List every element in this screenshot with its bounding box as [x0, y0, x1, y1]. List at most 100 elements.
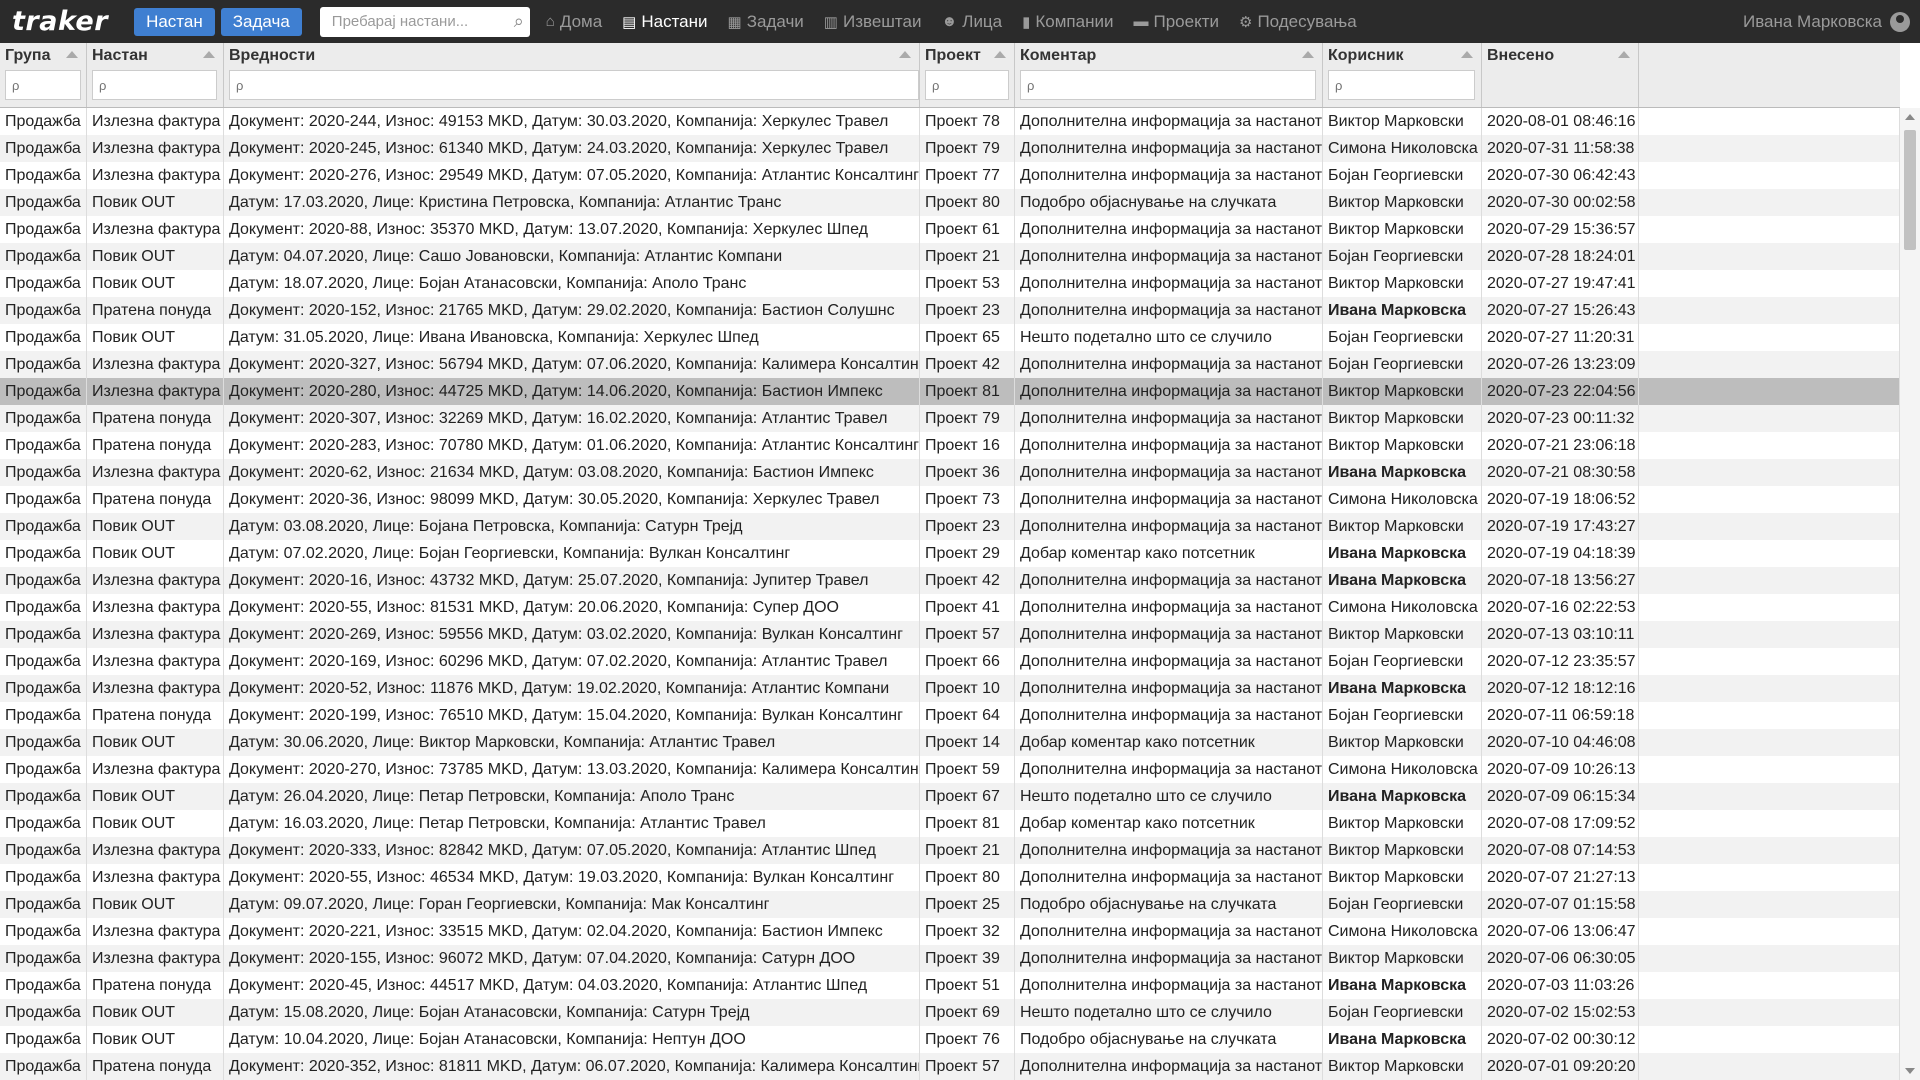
cell-values: Документ: 2020-62, Износ: 21634 MKD, Дат… [224, 459, 920, 486]
cell-values: Документ: 2020-199, Износ: 76510 MKD, Да… [224, 702, 920, 729]
cell-project: Проект 41 [920, 594, 1015, 621]
table-row[interactable]: Продажба Излезна фактура Документ: 2020-26… [0, 621, 1900, 648]
table-row[interactable]: Продажба Излезна фактура Документ: 2020-27… [0, 162, 1900, 189]
table-row[interactable]: Продажба Пратена понуда Документ: 2020-199… [0, 702, 1900, 729]
table-row[interactable]: Продажба Повик OUT Датум: 18.07.2020, Лице… [0, 270, 1900, 297]
user-avatar-icon[interactable] [1890, 11, 1910, 32]
table-row[interactable]: Продажба Излезна фактура Документ: 2020-88… [0, 216, 1900, 243]
table-row[interactable]: Продажба Повик OUT Датум: 10.04.2020, Лице… [0, 1026, 1900, 1053]
cell-project: Проект 32 [920, 918, 1015, 945]
nav-item-0[interactable]: ⌂ Дома [546, 12, 602, 32]
table-row[interactable]: Продажба Повик OUT Датум: 17.03.2020, Лице… [0, 189, 1900, 216]
cell-event: Повик OUT [87, 999, 224, 1026]
cell-group: Продажба [0, 243, 87, 270]
table-row[interactable]: Продажба Излезна фактура Документ: 2020-16… [0, 567, 1900, 594]
table-row[interactable]: Продажба Излезна фактура Документ: 2020-33… [0, 837, 1900, 864]
cell-project: Проект 79 [920, 135, 1015, 162]
nav-item-1[interactable]: ▤ Настани [622, 12, 707, 32]
table-row[interactable]: Продажба Повик OUT Датум: 15.08.2020, Лице… [0, 999, 1900, 1026]
nav-item-2[interactable]: ▦ Задачи [728, 12, 804, 32]
cell-values: Документ: 2020-16, Износ: 43732 MKD, Дат… [224, 567, 920, 594]
table-row[interactable]: Продажба Излезна фактура Документ: 2020-24… [0, 135, 1900, 162]
filter-input-group[interactable] [6, 71, 80, 99]
table-row[interactable]: Продажба Повик OUT Датум: 30.06.2020, Лице… [0, 729, 1900, 756]
search-box: ⌕ [319, 6, 530, 37]
sort-arrow-icon[interactable] [1618, 51, 1630, 58]
column-header-user[interactable]: Корисник [1323, 43, 1482, 107]
table-row[interactable]: Продажба Излезна фактура Документ: 2020-22… [0, 918, 1900, 945]
table-row[interactable]: Продажба Излезна фактура Документ: 2020-24… [0, 108, 1900, 135]
table-row[interactable]: Продажба Пратена понуда Документ: 2020-45,… [0, 972, 1900, 999]
column-header-group[interactable]: Група [0, 43, 87, 107]
table-row[interactable]: Продажба Повик OUT Датум: 09.07.2020, Лице… [0, 891, 1900, 918]
filter-input-user[interactable] [1329, 71, 1474, 99]
table-row[interactable]: Продажба Излезна фактура Документ: 2020-55… [0, 594, 1900, 621]
cell-values: Документ: 2020-155, Износ: 96072 MKD, Да… [224, 945, 920, 972]
column-header-entered[interactable]: Внесено [1482, 43, 1639, 107]
new-event-button[interactable]: Настан [134, 7, 215, 36]
table-row[interactable]: Продажба Излезна фактура Документ: 2020-15… [0, 945, 1900, 972]
table-row[interactable]: Продажба Пратена понуда Документ: 2020-352… [0, 1053, 1900, 1080]
cell-values: Датум: 16.03.2020, Лице: Петар Петровски… [224, 810, 920, 837]
table-row[interactable]: Продажба Повик OUT Датум: 07.02.2020, Лице… [0, 540, 1900, 567]
table-row[interactable]: Продажба Пратена понуда Документ: 2020-152… [0, 297, 1900, 324]
new-task-button[interactable]: Задача [220, 7, 302, 36]
table-row[interactable]: Продажба Повик OUT Датум: 26.04.2020, Лице… [0, 783, 1900, 810]
cell-event: Излезна фактура [87, 648, 224, 675]
table-row[interactable]: Продажба Излезна фактура Документ: 2020-32… [0, 351, 1900, 378]
cell-event: Повик OUT [87, 783, 224, 810]
filter-input-event[interactable] [93, 71, 216, 99]
cell-comment: Добар коментар како потсетник [1015, 810, 1323, 837]
column-header-values[interactable]: Вредности [224, 43, 920, 107]
table-row[interactable]: Продажба Излезна фактура Документ: 2020-28… [0, 378, 1900, 405]
user-menu[interactable]: Ивана Марковска [1743, 0, 1910, 43]
column-header-event[interactable]: Настан [87, 43, 224, 107]
column-header-project[interactable]: Проект [920, 43, 1015, 107]
cell-comment: Дополнителна информација за настанот [1015, 621, 1323, 648]
sort-arrow-icon[interactable] [994, 51, 1006, 58]
cell-values: Документ: 2020-55, Износ: 46534 MKD, Дат… [224, 864, 920, 891]
cell-project: Проект 36 [920, 459, 1015, 486]
cell-comment: Дополнителна информација за настанот [1015, 135, 1323, 162]
sort-arrow-icon[interactable] [899, 51, 911, 58]
table-row[interactable]: Продажба Излезна фактура Документ: 2020-16… [0, 648, 1900, 675]
nav-item-3[interactable]: ▥ Извештаи [824, 12, 922, 32]
table-row[interactable]: Продажба Излезна фактура Документ: 2020-55… [0, 864, 1900, 891]
filter-input-project[interactable] [926, 71, 1008, 99]
column-title: Корисник [1328, 47, 1404, 64]
sort-arrow-icon[interactable] [66, 51, 78, 58]
table-row[interactable]: Продажба Повик OUT Датум: 31.05.2020, Лице… [0, 324, 1900, 351]
filter-input-comment[interactable] [1021, 71, 1315, 99]
cell-group: Продажба [0, 459, 87, 486]
nav-item-7[interactable]: ⚙ Подесувања [1239, 12, 1357, 32]
gear-icon: ⚙ [1238, 13, 1253, 31]
cell-event: Повик OUT [87, 189, 224, 216]
table-row[interactable]: Продажба Пратена понуда Документ: 2020-307… [0, 405, 1900, 432]
app-logo[interactable]: traker [12, 6, 108, 37]
table-row[interactable]: Продажба Излезна фактура Документ: 2020-27… [0, 756, 1900, 783]
table-row[interactable]: Продажба Повик OUT Датум: 04.07.2020, Лице… [0, 243, 1900, 270]
cell-group: Продажба [0, 216, 87, 243]
nav-item-6[interactable]: ▬ Проекти [1133, 12, 1219, 32]
table-row[interactable]: Продажба Излезна фактура Документ: 2020-52… [0, 675, 1900, 702]
nav-item-4[interactable]: ☻ Лица [941, 12, 1002, 32]
filter-input-values[interactable] [230, 71, 918, 99]
scroll-thumb[interactable] [1904, 130, 1916, 250]
scroll-down-icon[interactable] [1905, 1068, 1915, 1074]
sort-arrow-icon[interactable] [1302, 51, 1314, 58]
nav-item-5[interactable]: ▮ Компании [1022, 12, 1113, 32]
table-row[interactable]: Продажба Пратена понуда Документ: 2020-283… [0, 432, 1900, 459]
column-header-comment[interactable]: Коментар [1015, 43, 1323, 107]
search-icon[interactable]: ⌕ [514, 11, 524, 32]
table-row[interactable]: Продажба Пратена понуда Документ: 2020-36,… [0, 486, 1900, 513]
sort-arrow-icon[interactable] [1461, 51, 1473, 58]
cell-group: Продажба [0, 729, 87, 756]
table-row[interactable]: Продажба Повик OUT Датум: 03.08.2020, Лице… [0, 513, 1900, 540]
scroll-up-icon[interactable] [1905, 114, 1915, 120]
search-input[interactable] [329, 12, 514, 31]
table-row[interactable]: Продажба Повик OUT Датум: 16.03.2020, Лице… [0, 810, 1900, 837]
vertical-scrollbar[interactable] [1899, 108, 1920, 1080]
sort-arrow-icon[interactable] [203, 51, 215, 58]
table-row[interactable]: Продажба Излезна фактура Документ: 2020-62… [0, 459, 1900, 486]
cell-group: Продажба [0, 189, 87, 216]
